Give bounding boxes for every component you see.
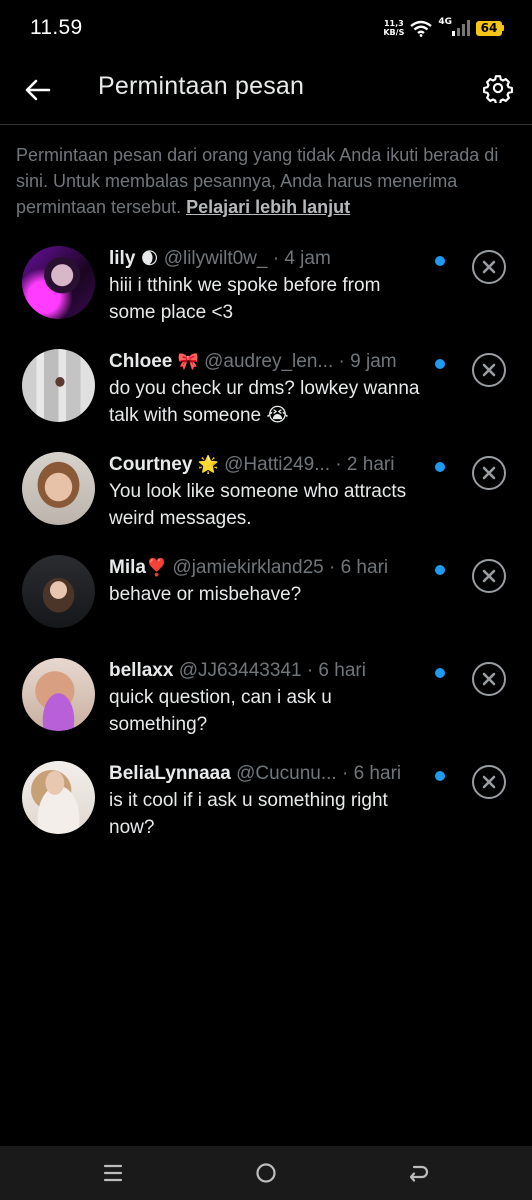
avatar[interactable] (22, 555, 95, 628)
sender-name: Chloee (109, 351, 173, 372)
unread-dot (435, 565, 445, 575)
sender-name: bellaxx (109, 660, 174, 681)
status-icons: 11,3 KB/S 4G 64 (383, 16, 504, 40)
wifi-icon (410, 20, 433, 37)
message-preview: behave or misbehave? (109, 584, 302, 605)
request-item[interactable]: Mila❣️ @jamiekirkland25 · 6 hari behave … (0, 549, 532, 649)
close-icon (482, 672, 496, 686)
unread-dot (435, 771, 445, 781)
message-preview: quick question, can i ask u something? (109, 687, 332, 735)
system-back-button[interactable] (404, 1158, 434, 1188)
close-icon (482, 260, 496, 274)
recents-icon (103, 1164, 123, 1182)
request-item[interactable]: Chloee 🎀 @audrey_len... · 9 jam do you c… (0, 343, 532, 443)
net-speed: 11,3 KB/S (383, 19, 405, 37)
dismiss-button[interactable] (472, 662, 506, 696)
sender-name: BeliaLynnaaa (109, 763, 231, 784)
sender-name: lily (109, 248, 136, 269)
back-icon (409, 1165, 429, 1182)
unread-dot (435, 462, 445, 472)
unread-dot (435, 359, 445, 369)
gear-icon (483, 75, 513, 103)
system-nav-bar (0, 1146, 532, 1200)
header: Permintaan pesan (0, 56, 532, 125)
sender-emoji: 🌒 (140, 249, 159, 269)
dismiss-button[interactable] (472, 353, 506, 387)
info-text: Permintaan pesan dari orang yang tidak A… (16, 142, 516, 220)
message-time: · 6 hari (328, 557, 389, 578)
close-icon (482, 569, 496, 583)
message-time: · 6 hari (341, 763, 402, 784)
sender-name: Mila (109, 557, 146, 578)
close-icon (482, 466, 496, 480)
sender-handle: @JJ63443341 (178, 660, 302, 681)
sender-handle: @jamiekirkland25 (172, 557, 324, 578)
battery-icon: 64 (476, 20, 504, 36)
dismiss-button[interactable] (472, 456, 506, 490)
message-preview: hiii i tthink we spoke before from some … (109, 275, 381, 323)
request-item[interactable]: BeliaLynnaaa @Cucunu... · 6 hari is it c… (0, 755, 532, 855)
avatar[interactable] (22, 761, 95, 834)
sender-emoji: 🌟 (197, 455, 219, 475)
status-bar: 11.59 11,3 KB/S 4G 64 (0, 0, 532, 56)
message-time: · 4 jam (272, 248, 331, 269)
request-item[interactable]: Courtney 🌟 @Hatti249... · 2 hari You loo… (0, 446, 532, 546)
avatar[interactable] (22, 349, 95, 422)
close-icon (482, 775, 496, 789)
sender-handle: @lilywilt0w_ (163, 248, 268, 269)
sender-handle: @audrey_len... (204, 351, 334, 372)
page-title: Permintaan pesan (98, 72, 305, 100)
message-time: · 2 hari (335, 454, 395, 475)
back-button[interactable] (20, 72, 56, 108)
sender-emoji: 🎀 (177, 352, 199, 372)
request-item[interactable]: bellaxx @JJ63443341 · 6 hari quick quest… (0, 652, 532, 752)
message-preview: is it cool if i ask u something right no… (109, 790, 388, 838)
avatar[interactable] (22, 452, 95, 525)
message-time: · 9 jam (338, 351, 397, 372)
sender-emoji: ❣️ (145, 558, 168, 578)
learn-more-link[interactable]: Pelajari lebih lanjut (186, 197, 350, 217)
sender-handle: @Cucunu... (236, 763, 337, 784)
avatar[interactable] (22, 658, 95, 731)
request-item[interactable]: lily 🌒 @lilywilt0w_ · 4 jam hiii i tthin… (0, 240, 532, 340)
sender-name: Courtney (109, 454, 193, 475)
status-time: 11.59 (30, 16, 83, 39)
home-icon (256, 1163, 276, 1183)
sender-handle: @Hatti249... (224, 454, 331, 475)
unread-dot (435, 256, 445, 266)
arrow-left-icon (25, 79, 51, 101)
dismiss-button[interactable] (472, 765, 506, 799)
avatar[interactable] (22, 246, 95, 319)
message-preview: You look like someone who attracts weird… (109, 481, 407, 529)
close-icon (482, 363, 496, 377)
dismiss-button[interactable] (472, 559, 506, 593)
home-button[interactable] (251, 1158, 281, 1188)
signal-icon (452, 20, 470, 36)
unread-dot (435, 668, 445, 678)
dismiss-button[interactable] (472, 250, 506, 284)
message-preview: do you check ur dms? lowkey wanna talk w… (109, 378, 420, 426)
recents-button[interactable] (98, 1158, 128, 1188)
network-type: 4G (438, 17, 452, 27)
settings-button[interactable] (480, 70, 516, 106)
message-time: · 6 hari (306, 660, 366, 681)
